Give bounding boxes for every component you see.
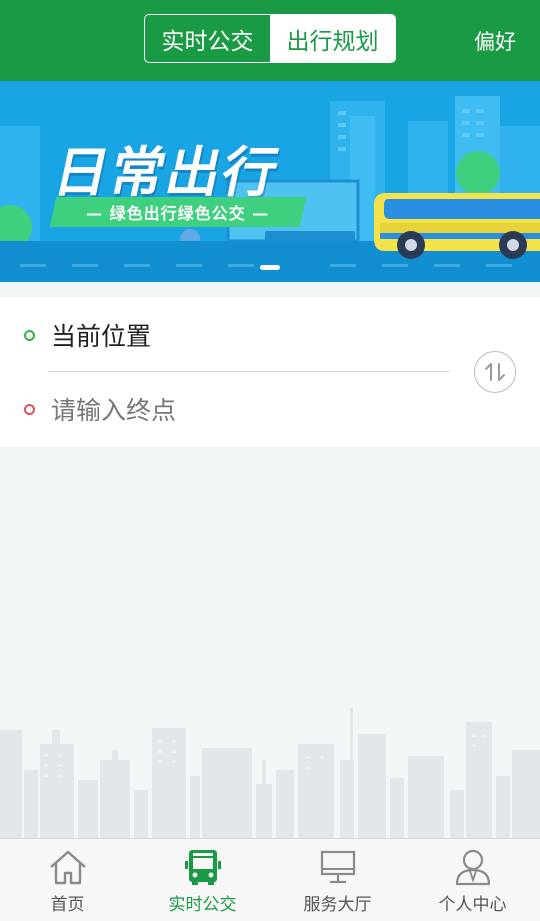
banner-subtitle: — 绿色出行绿色公交 —	[86, 204, 270, 223]
banner-subtitle-ribbon: — 绿色出行绿色公交 —	[49, 197, 307, 227]
nav-label-service-hall: 服务大厅	[303, 895, 372, 915]
mode-segmented-control: 实时公交 出行规划	[144, 14, 396, 63]
top-bar: 实时公交 出行规划 偏好	[0, 0, 540, 81]
banner-title: 日常出行	[48, 141, 286, 204]
bottom-nav: 首页 实时公交 服务大厅 个人中心	[0, 838, 540, 921]
nav-label-home: 首页	[50, 895, 85, 915]
home-icon	[48, 848, 88, 886]
nav-item-service-hall[interactable]: 服务大厅	[270, 839, 405, 921]
city-skyline-decoration	[0, 708, 540, 840]
bus-icon	[183, 848, 223, 886]
monitor-icon	[318, 848, 358, 886]
nav-item-realtime-bus[interactable]: 实时公交	[135, 839, 270, 921]
origin-dot-icon	[24, 329, 35, 341]
nav-label-personal-center: 个人中心	[438, 895, 507, 915]
nav-label-realtime-bus: 实时公交	[168, 895, 237, 915]
origin-row[interactable]: 当前位置	[24, 317, 151, 353]
carousel-indicator[interactable]	[260, 265, 280, 270]
route-planner-card: 当前位置 请输入终点	[0, 297, 540, 447]
tab-trip-planning[interactable]: 出行规划	[270, 15, 395, 62]
user-icon	[453, 848, 493, 886]
nav-item-personal-center[interactable]: 个人中心	[405, 839, 540, 921]
nav-item-home[interactable]: 首页	[0, 839, 135, 921]
promo-banner[interactable]: 日常出行 — 绿色出行绿色公交 —	[0, 81, 540, 282]
route-divider	[48, 371, 450, 372]
preference-button[interactable]: 偏好	[474, 26, 516, 56]
swap-vertical-icon[interactable]	[474, 351, 516, 393]
destination-input[interactable]: 请输入终点	[51, 391, 176, 427]
tab-realtime-bus[interactable]: 实时公交	[145, 15, 270, 62]
destination-dot-icon	[24, 403, 35, 415]
destination-row[interactable]: 请输入终点	[24, 391, 176, 427]
swap-arrows-glyph	[485, 363, 505, 381]
origin-field[interactable]: 当前位置	[51, 317, 151, 353]
